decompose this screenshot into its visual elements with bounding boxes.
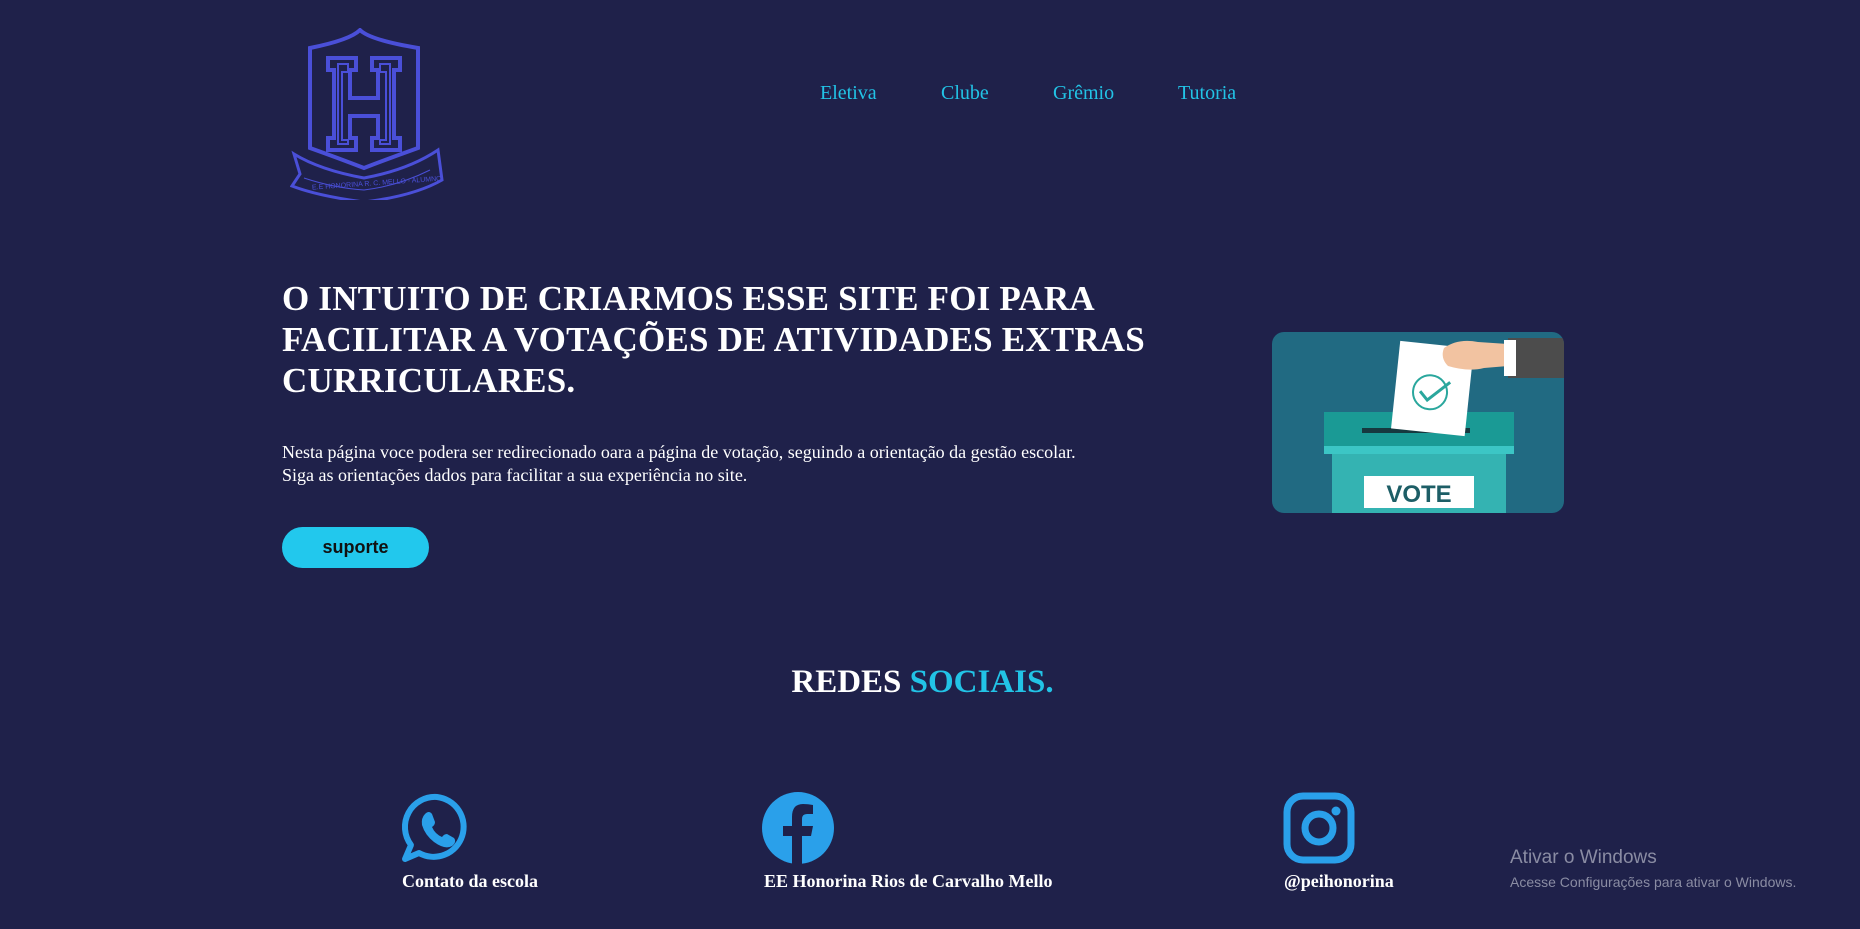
support-button[interactable]: suporte	[282, 527, 429, 568]
whatsapp-label[interactable]: Contato da escola	[402, 871, 538, 892]
vote-label: VOTE	[1386, 481, 1451, 508]
hero-description-line1: Nesta página voce podera ser redireciona…	[282, 442, 1076, 462]
school-logo[interactable]: E.E HONORINA R. C. MELLO - ALUMNO	[289, 27, 446, 204]
watermark-title: Ativar o Windows	[1510, 847, 1657, 868]
windows-activation-watermark: Ativar o Windows Acesse Configurações pa…	[1510, 846, 1796, 892]
hero-description-line2: Siga as orientações dados para facilitar…	[282, 465, 748, 485]
watermark-subtitle: Acesse Configurações para ativar o Windo…	[1510, 874, 1797, 890]
nav-link-tutoria[interactable]: Tutoria	[1178, 82, 1236, 105]
facebook-icon[interactable]	[762, 792, 834, 864]
school-crest-icon: E.E HONORINA R. C. MELLO - ALUMNO	[289, 27, 444, 204]
instagram-icon[interactable]	[1283, 792, 1355, 864]
nav-link-clube[interactable]: Clube	[941, 82, 989, 105]
facebook-label[interactable]: EE Honorina Rios de Carvalho Mello	[764, 871, 1053, 892]
social-title-part2: SOCIAIS.	[909, 664, 1054, 700]
nav-link-gremio[interactable]: Grêmio	[1053, 82, 1114, 105]
nav-link-eletiva[interactable]: Eletiva	[820, 82, 877, 105]
social-section-title: REDES SOCIAIS.	[0, 664, 1845, 701]
hero-title: O INTUITO DE CRIARMOS ESSE SITE FOI PARA…	[282, 279, 1145, 400]
ballot-box-icon: VOTE	[1272, 332, 1564, 513]
social-title-part1: REDES	[791, 664, 902, 700]
instagram-label[interactable]: @peihonorina	[1284, 871, 1394, 892]
hero-description: Nesta página voce podera ser redireciona…	[282, 441, 1202, 487]
whatsapp-icon[interactable]	[401, 792, 473, 864]
vote-illustration: VOTE	[1272, 332, 1564, 513]
